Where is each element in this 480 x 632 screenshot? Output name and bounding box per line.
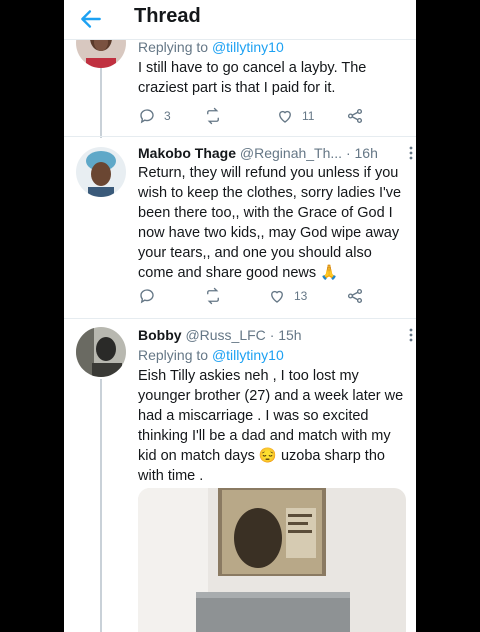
tweet-text: Return, they will refund you unless if y… <box>138 165 402 281</box>
thread-line <box>100 68 102 138</box>
retweet-button[interactable] <box>204 106 222 126</box>
thread-screen: Thread Replying to @tillytiny10 I still … <box>64 0 416 632</box>
tweet-header: Bobby @Russ_LFC · 15h <box>138 326 408 344</box>
like-button[interactable]: 11 <box>276 106 314 126</box>
display-name[interactable]: Makobo Thage <box>138 145 236 161</box>
reply-button[interactable] <box>138 286 164 306</box>
tweet-actions: 3 11 <box>138 106 368 126</box>
reply-icon <box>140 289 154 304</box>
replying-to: Replying to @tillytiny10 <box>138 39 284 55</box>
share-icon <box>347 108 363 124</box>
tweet-text: I still have to go cancel a layby. The c… <box>138 60 367 96</box>
avatar[interactable] <box>76 147 126 197</box>
share-icon <box>347 288 363 304</box>
mention-link[interactable]: @tillytiny10 <box>212 39 284 55</box>
more-vertical-icon[interactable] <box>408 146 414 160</box>
reply-button[interactable]: 3 <box>138 106 171 126</box>
mention-link[interactable]: @tillytiny10 <box>212 347 284 363</box>
back-arrow-icon[interactable] <box>78 6 104 32</box>
share-button[interactable] <box>346 106 364 126</box>
page-title: Thread <box>134 5 201 27</box>
tweet-image[interactable] <box>138 488 406 632</box>
replying-to: Replying to @tillytiny10 <box>138 347 284 363</box>
tweet[interactable]: Makobo Thage @Reginah_Th... · 16h Return… <box>64 137 416 317</box>
more-vertical-icon[interactable] <box>408 328 414 342</box>
heart-icon <box>279 110 291 123</box>
display-name[interactable]: Bobby <box>138 327 182 343</box>
tweet-time: · 16h <box>345 145 378 161</box>
like-count: 13 <box>294 289 308 303</box>
user-handle[interactable]: @Reginah_Th... <box>240 145 342 161</box>
retweet-icon <box>207 287 219 305</box>
tweet-header: Makobo Thage @Reginah_Th... · 16h <box>138 144 408 162</box>
user-handle[interactable]: @Russ_LFC <box>185 327 265 343</box>
tweet-text: Eish Tilly askies neh , I too lost my yo… <box>138 368 404 484</box>
reply-icon <box>140 109 154 124</box>
reply-count: 3 <box>164 109 171 123</box>
retweet-icon <box>207 107 219 125</box>
like-count: 11 <box>302 109 315 123</box>
top-bar: Thread <box>64 0 416 40</box>
tweet-time: · 15h <box>269 327 302 343</box>
thread-line <box>100 379 102 632</box>
retweet-button[interactable] <box>204 286 222 306</box>
tweet-actions: 13 <box>138 286 368 306</box>
share-button[interactable] <box>346 286 364 306</box>
avatar[interactable] <box>76 327 126 377</box>
heart-icon <box>271 290 283 303</box>
like-button[interactable]: 13 <box>268 286 307 306</box>
